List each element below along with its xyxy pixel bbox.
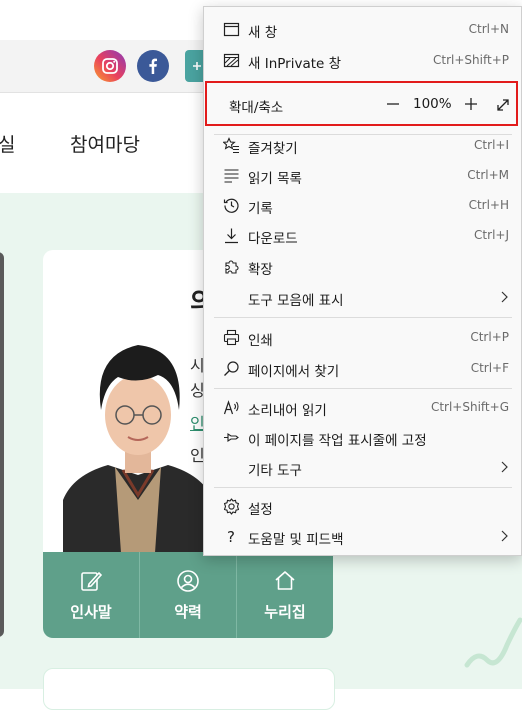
career-button[interactable]: 약력 bbox=[140, 552, 237, 638]
menu-item-downloads[interactable]: 다운로드 Ctrl+J bbox=[204, 220, 521, 250]
menu-item-print[interactable]: 인쇄 Ctrl+P bbox=[204, 322, 521, 352]
menu-label: 다운로드 bbox=[248, 231, 298, 247]
menu-item-reading-list[interactable]: 읽기 목록 Ctrl+M bbox=[204, 160, 521, 190]
greeting-button[interactable]: 인사말 bbox=[43, 552, 140, 638]
menu-item-settings[interactable]: 설정 bbox=[204, 491, 521, 521]
menu-separator bbox=[214, 317, 512, 318]
bottom-card bbox=[43, 668, 335, 710]
pencil-edit-icon bbox=[81, 571, 103, 591]
history-clock-icon bbox=[223, 198, 239, 213]
download-icon bbox=[225, 228, 238, 244]
menu-label: 이 페이지를 작업 표시줄에 고정 bbox=[248, 433, 427, 449]
menu-shortcut: Ctrl+J bbox=[474, 228, 509, 242]
person-icon bbox=[177, 569, 199, 592]
browser-settings-menu: 새 창 Ctrl+N 새 InPrivate 창 Ctrl+Shift+P 확대… bbox=[203, 6, 522, 556]
zoom-out-button[interactable] bbox=[385, 95, 401, 113]
reading-list-icon bbox=[224, 169, 239, 183]
menu-label: 도구 모음에 표시 bbox=[248, 293, 344, 309]
instagram-icon bbox=[102, 58, 118, 74]
menu-label: 소리내어 읽기 bbox=[248, 403, 327, 419]
pin-icon bbox=[224, 432, 239, 443]
help-question-icon: ? bbox=[227, 528, 235, 545]
chevron-right-icon bbox=[501, 530, 508, 542]
svg-text:?: ? bbox=[227, 528, 235, 545]
fullscreen-icon[interactable] bbox=[495, 95, 511, 113]
menu-separator bbox=[214, 487, 512, 488]
read-aloud-icon bbox=[223, 400, 239, 415]
menu-label: 새 InPrivate 창 bbox=[248, 56, 342, 72]
menu-label: 즐겨찾기 bbox=[248, 141, 298, 157]
menu-label: 페이지에서 찾기 bbox=[248, 364, 340, 380]
nav-item-participation[interactable]: 참여마당 bbox=[70, 130, 140, 157]
window-icon bbox=[223, 22, 240, 37]
menu-shortcut: Ctrl+F bbox=[470, 361, 509, 375]
plus-icon bbox=[193, 62, 201, 70]
chevron-right-icon bbox=[501, 291, 508, 303]
home-icon bbox=[275, 570, 295, 590]
chevron-right-icon bbox=[501, 461, 508, 473]
menu-item-show-in-toolbar[interactable]: 도구 모음에 표시 bbox=[204, 282, 521, 312]
homepage-button-label: 누리집 bbox=[264, 602, 306, 621]
menu-item-extensions[interactable]: 확장 bbox=[204, 251, 521, 281]
menu-label: 기타 도구 bbox=[248, 463, 302, 479]
career-button-label: 약력 bbox=[174, 602, 202, 621]
search-icon bbox=[224, 361, 239, 376]
side-image-card bbox=[0, 252, 4, 637]
zoom-in-button[interactable] bbox=[463, 95, 479, 113]
menu-item-help-feedback[interactable]: ? 도움말 및 피드백 bbox=[204, 521, 521, 551]
menu-label: 새 창 bbox=[248, 25, 278, 41]
decorative-wave bbox=[464, 617, 522, 668]
menu-shortcut: Ctrl+N bbox=[468, 22, 509, 36]
gear-icon bbox=[223, 498, 240, 515]
menu-shortcut: Ctrl+M bbox=[467, 168, 509, 182]
inprivate-window-icon bbox=[223, 53, 240, 68]
menu-item-zoom: 확대/축소 100% bbox=[205, 81, 518, 126]
homepage-button[interactable]: 누리집 bbox=[237, 552, 333, 638]
menu-item-new-inprivate[interactable]: 새 InPrivate 창 Ctrl+Shift+P bbox=[204, 45, 521, 75]
facebook-link[interactable] bbox=[137, 50, 169, 82]
menu-item-new-window[interactable]: 새 창 Ctrl+N bbox=[204, 14, 521, 44]
menu-label: 인쇄 bbox=[248, 333, 273, 349]
menu-label: 도움말 및 피드백 bbox=[248, 532, 344, 548]
menu-label: 읽기 목록 bbox=[248, 171, 302, 187]
menu-label: 확장 bbox=[248, 262, 273, 278]
menu-shortcut: Ctrl+I bbox=[474, 138, 509, 152]
instagram-link[interactable] bbox=[94, 50, 126, 82]
zoom-label: 확대/축소 bbox=[229, 100, 284, 116]
greeting-button-label: 인사말 bbox=[70, 602, 112, 621]
menu-item-pin-taskbar[interactable]: 이 페이지를 작업 표시줄에 고정 bbox=[204, 422, 521, 452]
menu-item-history[interactable]: 기록 Ctrl+H bbox=[204, 190, 521, 220]
zoom-level: 100% bbox=[413, 96, 452, 112]
menu-item-favorites[interactable]: 즐겨찾기 Ctrl+I bbox=[204, 130, 521, 160]
menu-label: 설정 bbox=[248, 502, 273, 518]
menu-shortcut: Ctrl+Shift+G bbox=[430, 400, 509, 414]
favorites-star-icon bbox=[223, 137, 239, 154]
menu-shortcut: Ctrl+P bbox=[470, 330, 509, 344]
menu-shortcut: Ctrl+Shift+P bbox=[433, 53, 509, 67]
puzzle-extension-icon bbox=[225, 260, 239, 274]
menu-item-read-aloud[interactable]: 소리내어 읽기 Ctrl+Shift+G bbox=[204, 392, 521, 422]
menu-shortcut: Ctrl+H bbox=[468, 198, 509, 212]
menu-separator bbox=[214, 388, 512, 389]
menu-item-more-tools[interactable]: 기타 도구 bbox=[204, 452, 521, 482]
nav-item-fragment[interactable]: 실 bbox=[0, 130, 15, 157]
facebook-icon bbox=[149, 58, 157, 74]
printer-icon bbox=[223, 329, 240, 346]
menu-label: 기록 bbox=[248, 201, 273, 217]
menu-item-find[interactable]: 페이지에서 찾기 Ctrl+F bbox=[204, 353, 521, 383]
profile-button-row: 인사말 약력 누리집 bbox=[43, 552, 333, 638]
